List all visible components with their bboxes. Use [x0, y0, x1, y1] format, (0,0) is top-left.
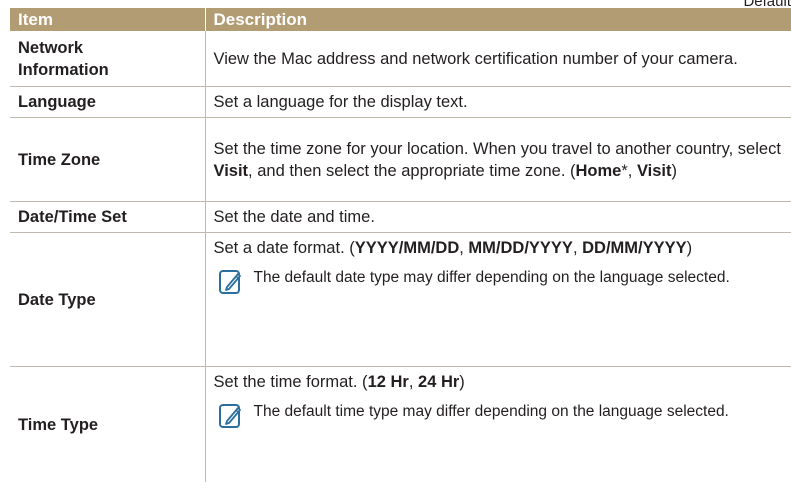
- desc-paragraph: Set a date format. (YYYY/MM/DD, MM/DD/YY…: [214, 237, 784, 259]
- option-visit: Visit: [213, 161, 249, 180]
- row-item-network: Network Information: [10, 31, 206, 87]
- table-row: Date Type Set a date format. (YYYY/MM/DD…: [10, 232, 791, 367]
- desc-text: ): [686, 239, 693, 257]
- settings-table: Item Description Network Information Vie…: [10, 8, 791, 482]
- format-option: 12 Hr: [367, 373, 409, 391]
- row-desc-datetype: Set a date format. (YYYY/MM/DD, MM/DD/YY…: [205, 232, 791, 367]
- format-option: DD/MM/YYYY: [582, 239, 687, 257]
- table-row: Language Set a language for the display …: [10, 86, 791, 118]
- desc-text: Set a date format. (: [213, 239, 355, 257]
- format-option: 24 Hr: [418, 373, 460, 391]
- note: The default time type may differ dependi…: [214, 401, 784, 430]
- row-item-datetype: Date Type: [10, 232, 206, 367]
- desc-text: ): [671, 161, 677, 180]
- note-pencil-icon: [218, 270, 241, 294]
- header-description: Description: [205, 8, 791, 31]
- desc-text: ): [459, 373, 465, 391]
- note-pencil-icon: [218, 404, 241, 428]
- note-text: The default date type may differ dependi…: [253, 269, 730, 286]
- row-desc-network: View the Mac address and network certifi…: [205, 31, 791, 87]
- format-option: MM/DD/YYYY: [468, 239, 573, 257]
- table-row: Time Zone Set the time zone for your loc…: [10, 117, 791, 202]
- row-desc-timetype: Set the time format. (12 Hr, 24 Hr) The …: [205, 367, 791, 483]
- row-desc-timezone: Set the time zone for your location. Whe…: [205, 117, 791, 202]
- row-desc-language: Set a language for the display text.: [205, 86, 791, 118]
- option-visit: Visit: [636, 161, 672, 180]
- desc-text: , and then select the appropriate time z…: [248, 161, 576, 180]
- default-marker: *,: [621, 161, 637, 180]
- separator: ,: [572, 239, 583, 257]
- desc-text: View the Mac address and network certifi…: [213, 49, 738, 68]
- separator: ,: [408, 373, 419, 391]
- desc-paragraph: Set the time format. (12 Hr, 24 Hr): [214, 371, 784, 393]
- row-item-datetime: Date/Time Set: [10, 201, 206, 233]
- header-item: Item: [10, 8, 206, 31]
- desc-text: Set the time format. (: [213, 373, 368, 391]
- format-option: YYYY/MM/DD: [354, 239, 460, 257]
- table-row: Time Type Set the time format. (12 Hr, 2…: [10, 366, 791, 483]
- row-item-language: Language: [10, 86, 206, 118]
- option-home: Home: [575, 161, 622, 180]
- note: The default date type may differ dependi…: [214, 267, 784, 296]
- row-item-timetype: Time Type: [10, 366, 206, 482]
- table-row: Date/Time Set Set the date and time.: [10, 201, 791, 233]
- row-item-timezone: Time Zone: [10, 117, 206, 202]
- row-desc-datetime: Set the date and time.: [205, 201, 791, 233]
- item-label-line2: Information: [18, 60, 109, 79]
- note-text: The default time type may differ dependi…: [253, 403, 729, 420]
- table-row: Network Information View the Mac address…: [10, 31, 791, 87]
- desc-text: Set the time zone for your location. Whe…: [213, 139, 781, 158]
- table-header-row: Item Description: [10, 8, 791, 31]
- item-label-line1: Network: [18, 38, 84, 57]
